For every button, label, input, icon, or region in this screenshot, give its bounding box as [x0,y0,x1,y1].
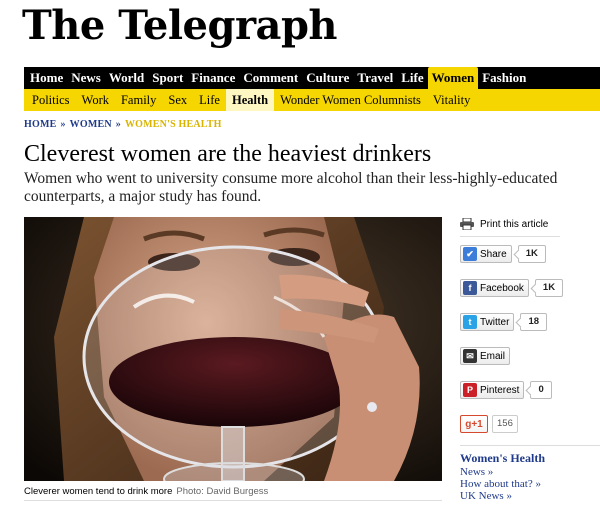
pinterest-icon: P [463,383,477,397]
breadcrumb: Home» Women» Women's Health [24,119,222,130]
nav-world[interactable]: World [105,67,148,89]
pinterest-count: 0 [530,381,552,399]
twitter-label: Twitter [480,316,510,328]
share-count: 1K [517,245,546,263]
nav-fashion[interactable]: Fashion [478,67,530,89]
nav-life[interactable]: Life [397,67,427,89]
email-button[interactable]: ✉ Email [460,347,511,365]
divider [460,236,560,237]
share-button[interactable]: ✔ Share [460,245,512,263]
photo-caption: Cleverer women tend to drink more Photo: … [24,486,268,497]
print-article-link[interactable]: Print this article [460,218,600,230]
section-link-news[interactable]: News » [460,466,600,478]
subnav-wonder-women-columnists[interactable]: Wonder Women Columnists [274,89,427,111]
article-headline: Cleverest women are the heaviest drinker… [24,141,432,167]
facebook-icon: f [463,281,477,295]
section-link-how-about-that[interactable]: How about that? » [460,478,600,490]
breadcrumb-current[interactable]: Women's Health [125,119,222,130]
facebook-button[interactable]: f Facebook [460,279,529,297]
twitter-icon: t [463,315,477,329]
pinterest-button[interactable]: P Pinterest [460,381,525,399]
nav-travel[interactable]: Travel [353,67,397,89]
breadcrumb-separator: » [60,119,66,130]
twitter-button[interactable]: t Twitter [460,313,515,331]
nav-sport[interactable]: Sport [148,67,187,89]
share-sidebar: Print this article ✔ Share 1K f Facebook… [460,218,600,502]
nav-culture[interactable]: Culture [302,67,353,89]
article-photo [24,217,442,481]
section-link-uk-news[interactable]: UK News » [460,490,600,502]
nav-news[interactable]: News [67,67,105,89]
nav-comment[interactable]: Comment [239,67,302,89]
photo-credit: Photo: David Burgess [176,486,269,497]
subnav-family[interactable]: Family [115,89,162,111]
womens-health-section-title[interactable]: Women's Health [460,451,600,466]
caption-text: Cleverer women tend to drink more [24,486,173,497]
share-icon: ✔ [463,247,477,261]
subnav-sex[interactable]: Sex [162,89,193,111]
telegraph-logo[interactable]: The Telegraph [22,2,338,49]
email-label: Email [480,350,506,362]
print-label: Print this article [480,218,549,230]
divider [24,500,442,501]
breadcrumb-separator: » [115,119,121,130]
subnav-life[interactable]: Life [193,89,226,111]
pinterest-label: Pinterest [480,384,520,396]
twitter-count: 18 [520,313,548,331]
printer-icon [460,218,474,230]
share-label: Share [480,248,507,260]
breadcrumb-home[interactable]: Home [24,119,56,130]
secondary-nav: Politics Work Family Sex Life Health Won… [24,89,600,111]
envelope-icon: ✉ [463,349,477,363]
article-standfirst: Women who went to university consume mor… [24,170,558,205]
subnav-work[interactable]: Work [76,89,115,111]
facebook-count: 1K [534,279,564,297]
nav-finance[interactable]: Finance [187,67,239,89]
divider [460,445,600,446]
nav-home[interactable]: Home [24,67,67,89]
subnav-health[interactable]: Health [225,89,275,111]
primary-nav: Home News World Sport Finance Comment Cu… [24,67,600,89]
breadcrumb-women[interactable]: Women [70,119,112,130]
google-plus-button[interactable]: g+1 [460,415,488,433]
facebook-label: Facebook [480,282,524,294]
google-plus-count: 156 [492,415,518,433]
subnav-vitality[interactable]: Vitality [427,89,476,111]
nav-women[interactable]: Women [427,67,479,89]
subnav-politics[interactable]: Politics [24,89,76,111]
